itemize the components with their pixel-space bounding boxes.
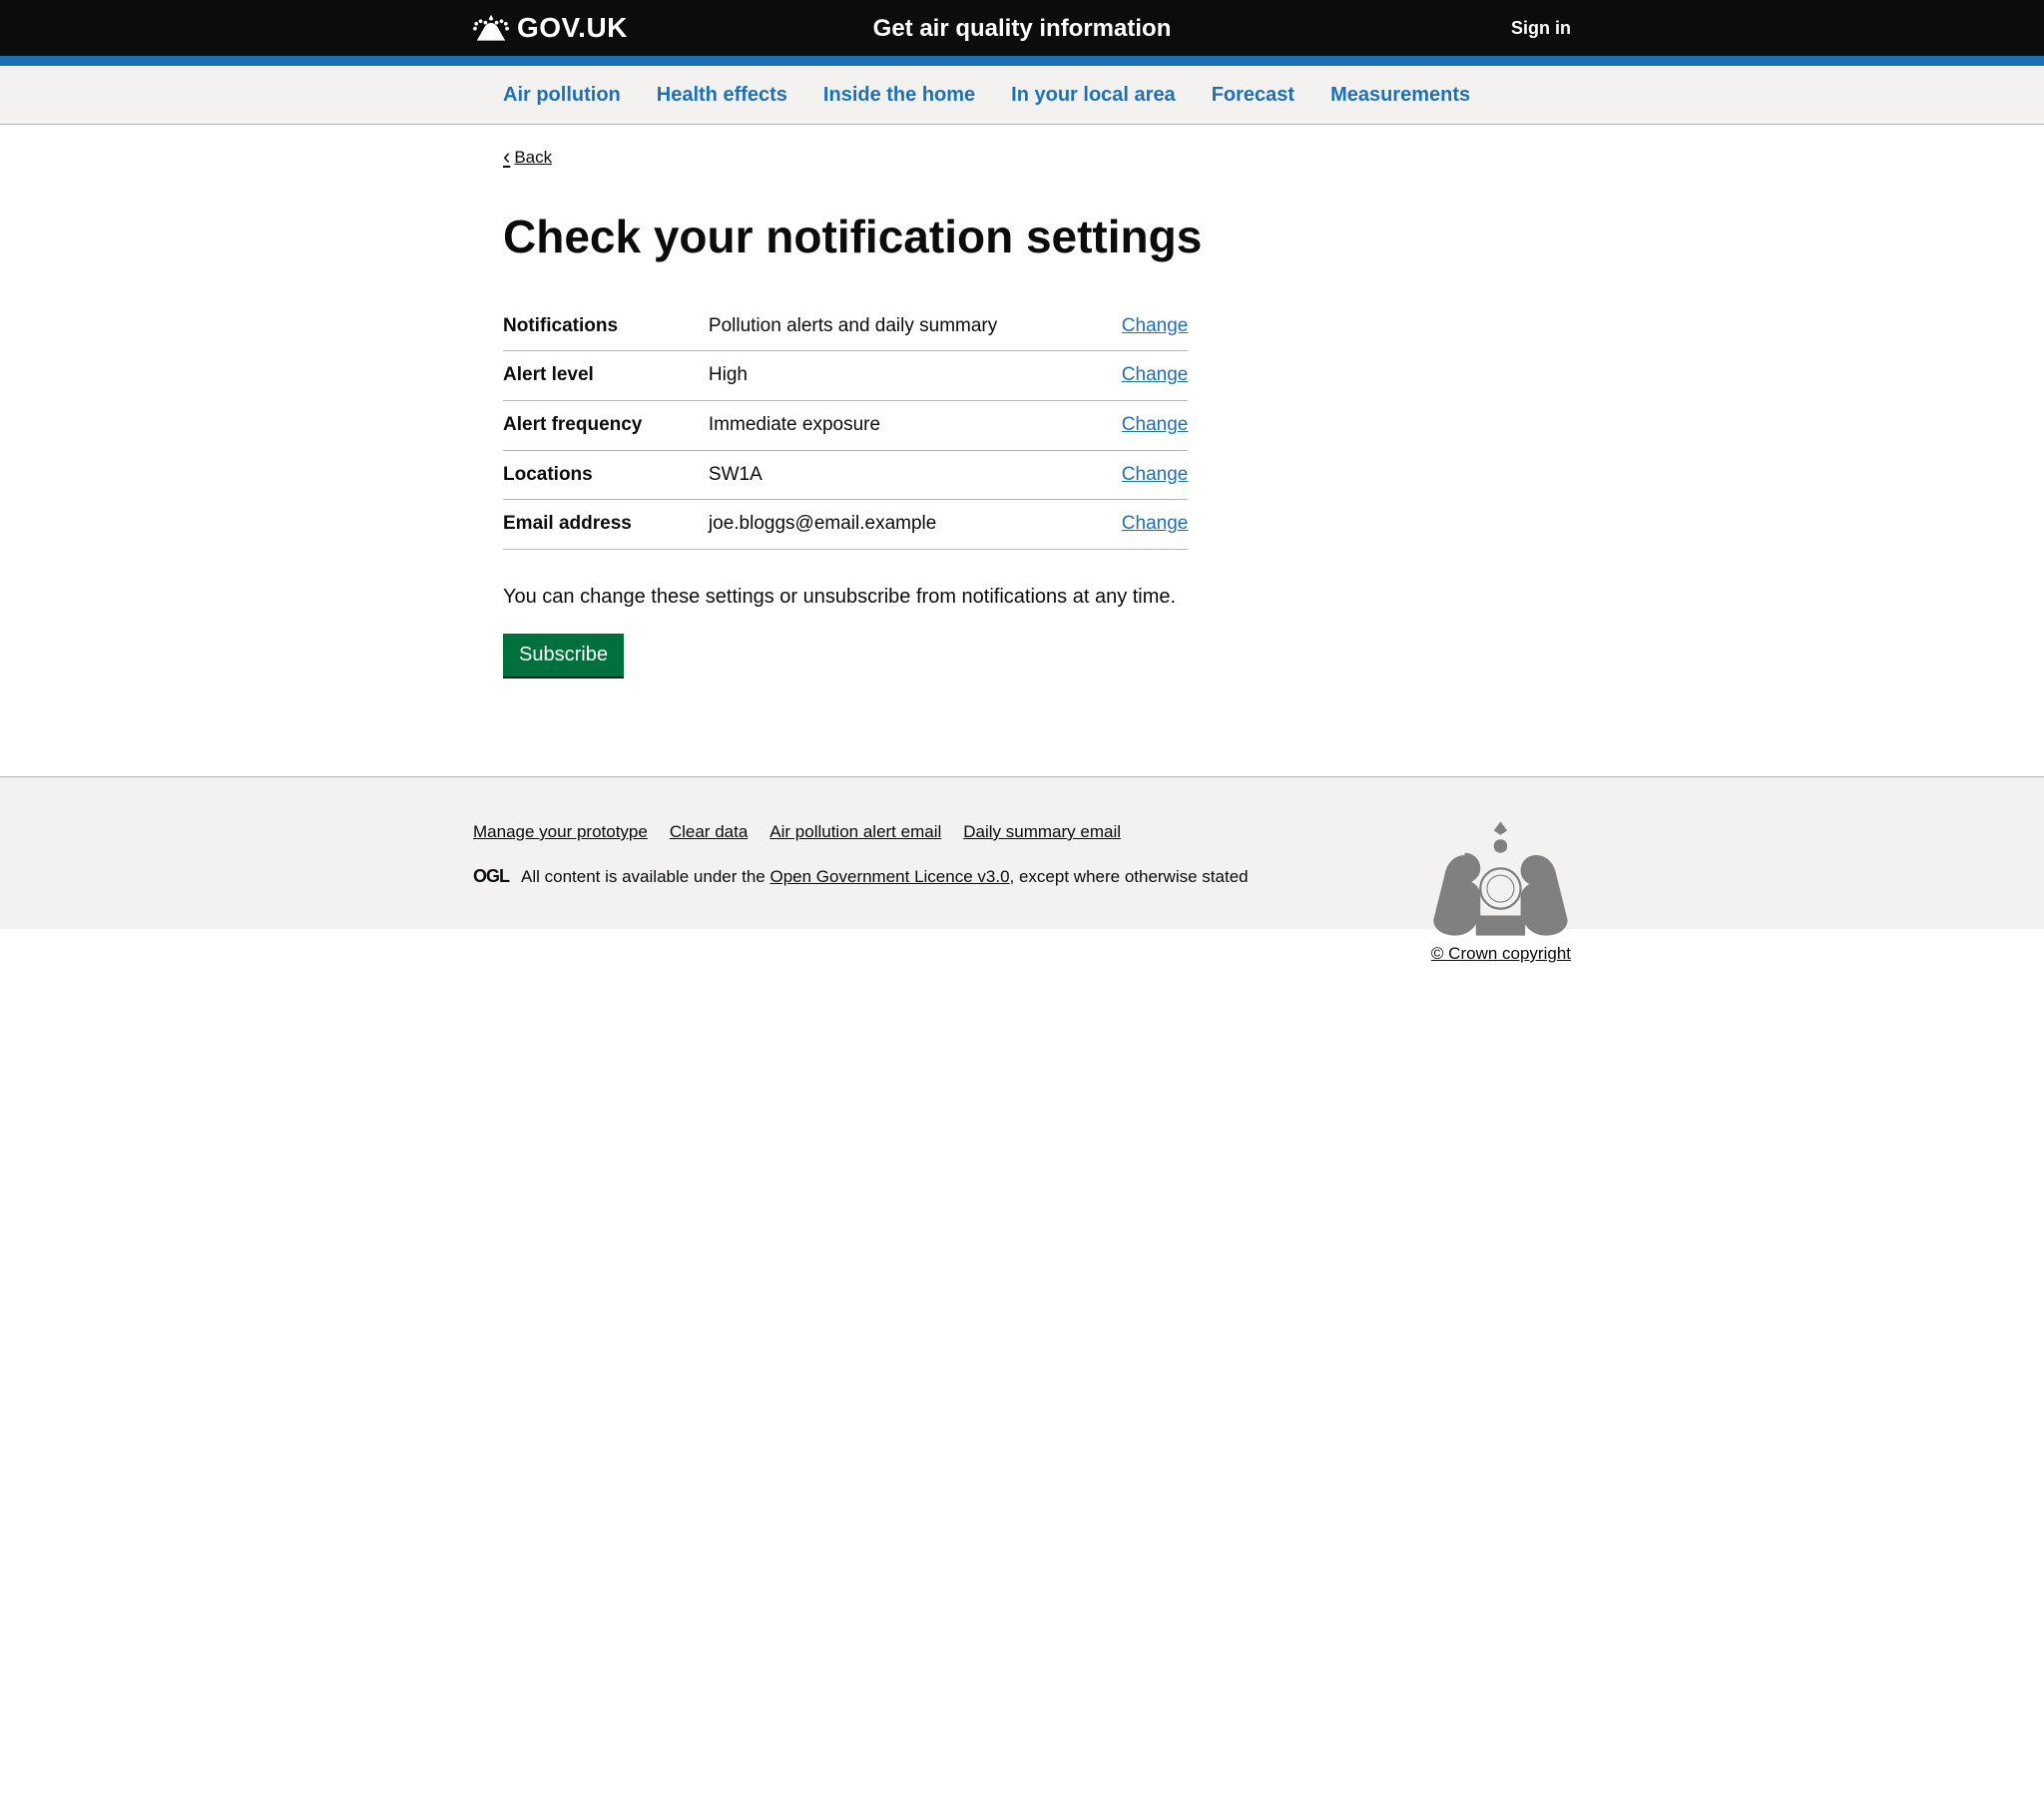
crown-icon: [473, 13, 509, 43]
summary-key: Alert frequency: [503, 413, 709, 438]
nav-in-your-local-area[interactable]: In your local area: [1011, 66, 1176, 124]
change-locations-link[interactable]: Change: [1122, 464, 1189, 485]
primary-nav: Air pollution Health effects Inside the …: [0, 66, 2044, 125]
govuk-logo-text: GOV.UK: [517, 10, 628, 46]
sign-in-link[interactable]: Sign in: [1511, 17, 1571, 40]
subscribe-button[interactable]: Subscribe: [503, 634, 624, 677]
back-link[interactable]: Back: [503, 143, 552, 172]
govuk-logo-link[interactable]: GOV.UK: [473, 10, 628, 46]
summary-key: Alert level: [503, 363, 709, 388]
nav-health-effects[interactable]: Health effects: [657, 66, 787, 124]
crown-copyright-link[interactable]: © Crown copyright: [1431, 943, 1571, 965]
footer-licence: OGL All content is available under the O…: [473, 865, 1571, 888]
summary-key: Notifications: [503, 314, 709, 339]
main-content: Back Check your notification settings No…: [473, 125, 1571, 736]
header-blue-bar: [0, 56, 2044, 66]
summary-row-alert-frequency: Alert frequency Immediate exposure Chang…: [503, 401, 1188, 451]
change-alert-level-link[interactable]: Change: [1122, 364, 1189, 385]
nav-measurements[interactable]: Measurements: [1330, 66, 1470, 124]
footer-link-manage-prototype[interactable]: Manage your prototype: [473, 821, 648, 843]
footer-link-clear-data[interactable]: Clear data: [670, 821, 748, 843]
page-title: Check your notification settings: [503, 212, 1541, 262]
licence-suffix: , except where otherwise stated: [1010, 867, 1249, 886]
footer-link-air-pollution-alert-email[interactable]: Air pollution alert email: [769, 821, 941, 843]
summary-row-alert-level: Alert level High Change: [503, 351, 1188, 401]
summary-value: Immediate exposure: [709, 413, 1051, 438]
service-name: Get air quality information: [873, 13, 1172, 44]
back-link-label: Back: [514, 147, 552, 169]
summary-row-email: Email address joe.bloggs@email.example C…: [503, 500, 1188, 550]
footer-link-daily-summary-email[interactable]: Daily summary email: [963, 821, 1121, 843]
summary-value: High: [709, 363, 1051, 388]
nav-forecast[interactable]: Forecast: [1212, 66, 1294, 124]
ogl-icon: OGL: [473, 865, 509, 888]
nav-air-pollution[interactable]: Air pollution: [503, 66, 621, 124]
change-email-link[interactable]: Change: [1122, 513, 1189, 534]
summary-list: Notifications Pollution alerts and daily…: [503, 302, 1188, 550]
summary-row-locations: Locations SW1A Change: [503, 451, 1188, 501]
site-footer: © Crown copyright Manage your prototype …: [0, 776, 2044, 928]
change-alert-frequency-link[interactable]: Change: [1122, 414, 1189, 435]
licence-prefix: All content is available under the: [521, 867, 770, 886]
summary-value: SW1A: [709, 463, 1051, 488]
summary-value: Pollution alerts and daily summary: [709, 314, 1051, 339]
ogl-link[interactable]: Open Government Licence v3.0: [770, 867, 1010, 886]
summary-row-notifications: Notifications Pollution alerts and daily…: [503, 302, 1188, 352]
nav-inside-the-home[interactable]: Inside the home: [823, 66, 975, 124]
royal-arms-icon: [1431, 821, 1571, 936]
change-notifications-link[interactable]: Change: [1122, 315, 1189, 336]
hint-text: You can change these settings or unsubsc…: [503, 584, 1541, 610]
summary-key: Locations: [503, 463, 709, 488]
summary-value: joe.bloggs@email.example: [709, 512, 1051, 537]
site-header: GOV.UK Get air quality information Sign …: [0, 0, 2044, 56]
summary-key: Email address: [503, 512, 709, 537]
footer-links: Manage your prototype Clear data Air pol…: [473, 821, 1571, 843]
